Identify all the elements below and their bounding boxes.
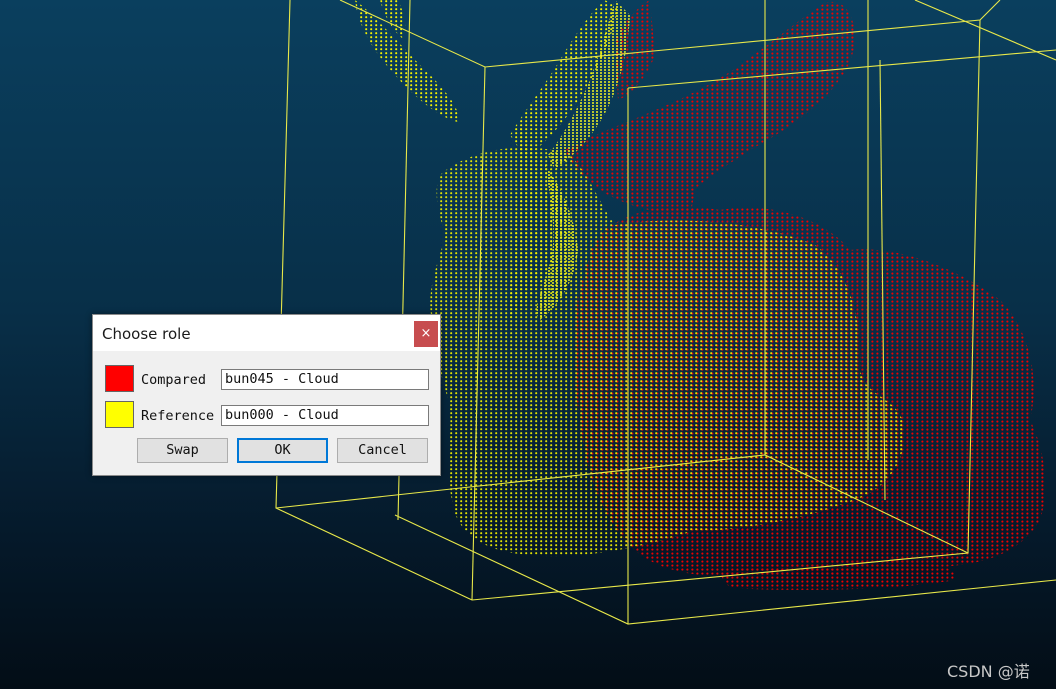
reference-cloud-field[interactable]: bun000 - Cloud [221,405,429,426]
choose-role-dialog: Choose role × Compared bun045 - Cloud Re… [92,314,441,476]
dialog-titlebar[interactable]: Choose role × [93,315,440,351]
cancel-button[interactable]: Cancel [337,438,428,463]
compared-label: Compared [141,372,207,388]
reference-color-swatch[interactable] [105,401,134,428]
compared-color-swatch[interactable] [105,365,134,392]
ok-button[interactable]: OK [237,438,328,463]
compared-cloud-field[interactable]: bun045 - Cloud [221,369,429,390]
close-button[interactable]: × [414,321,438,347]
reference-label: Reference [141,408,215,424]
dialog-title: Choose role [102,325,191,343]
watermark: CSDN @诺 [947,662,1030,681]
swap-button[interactable]: Swap [137,438,228,463]
